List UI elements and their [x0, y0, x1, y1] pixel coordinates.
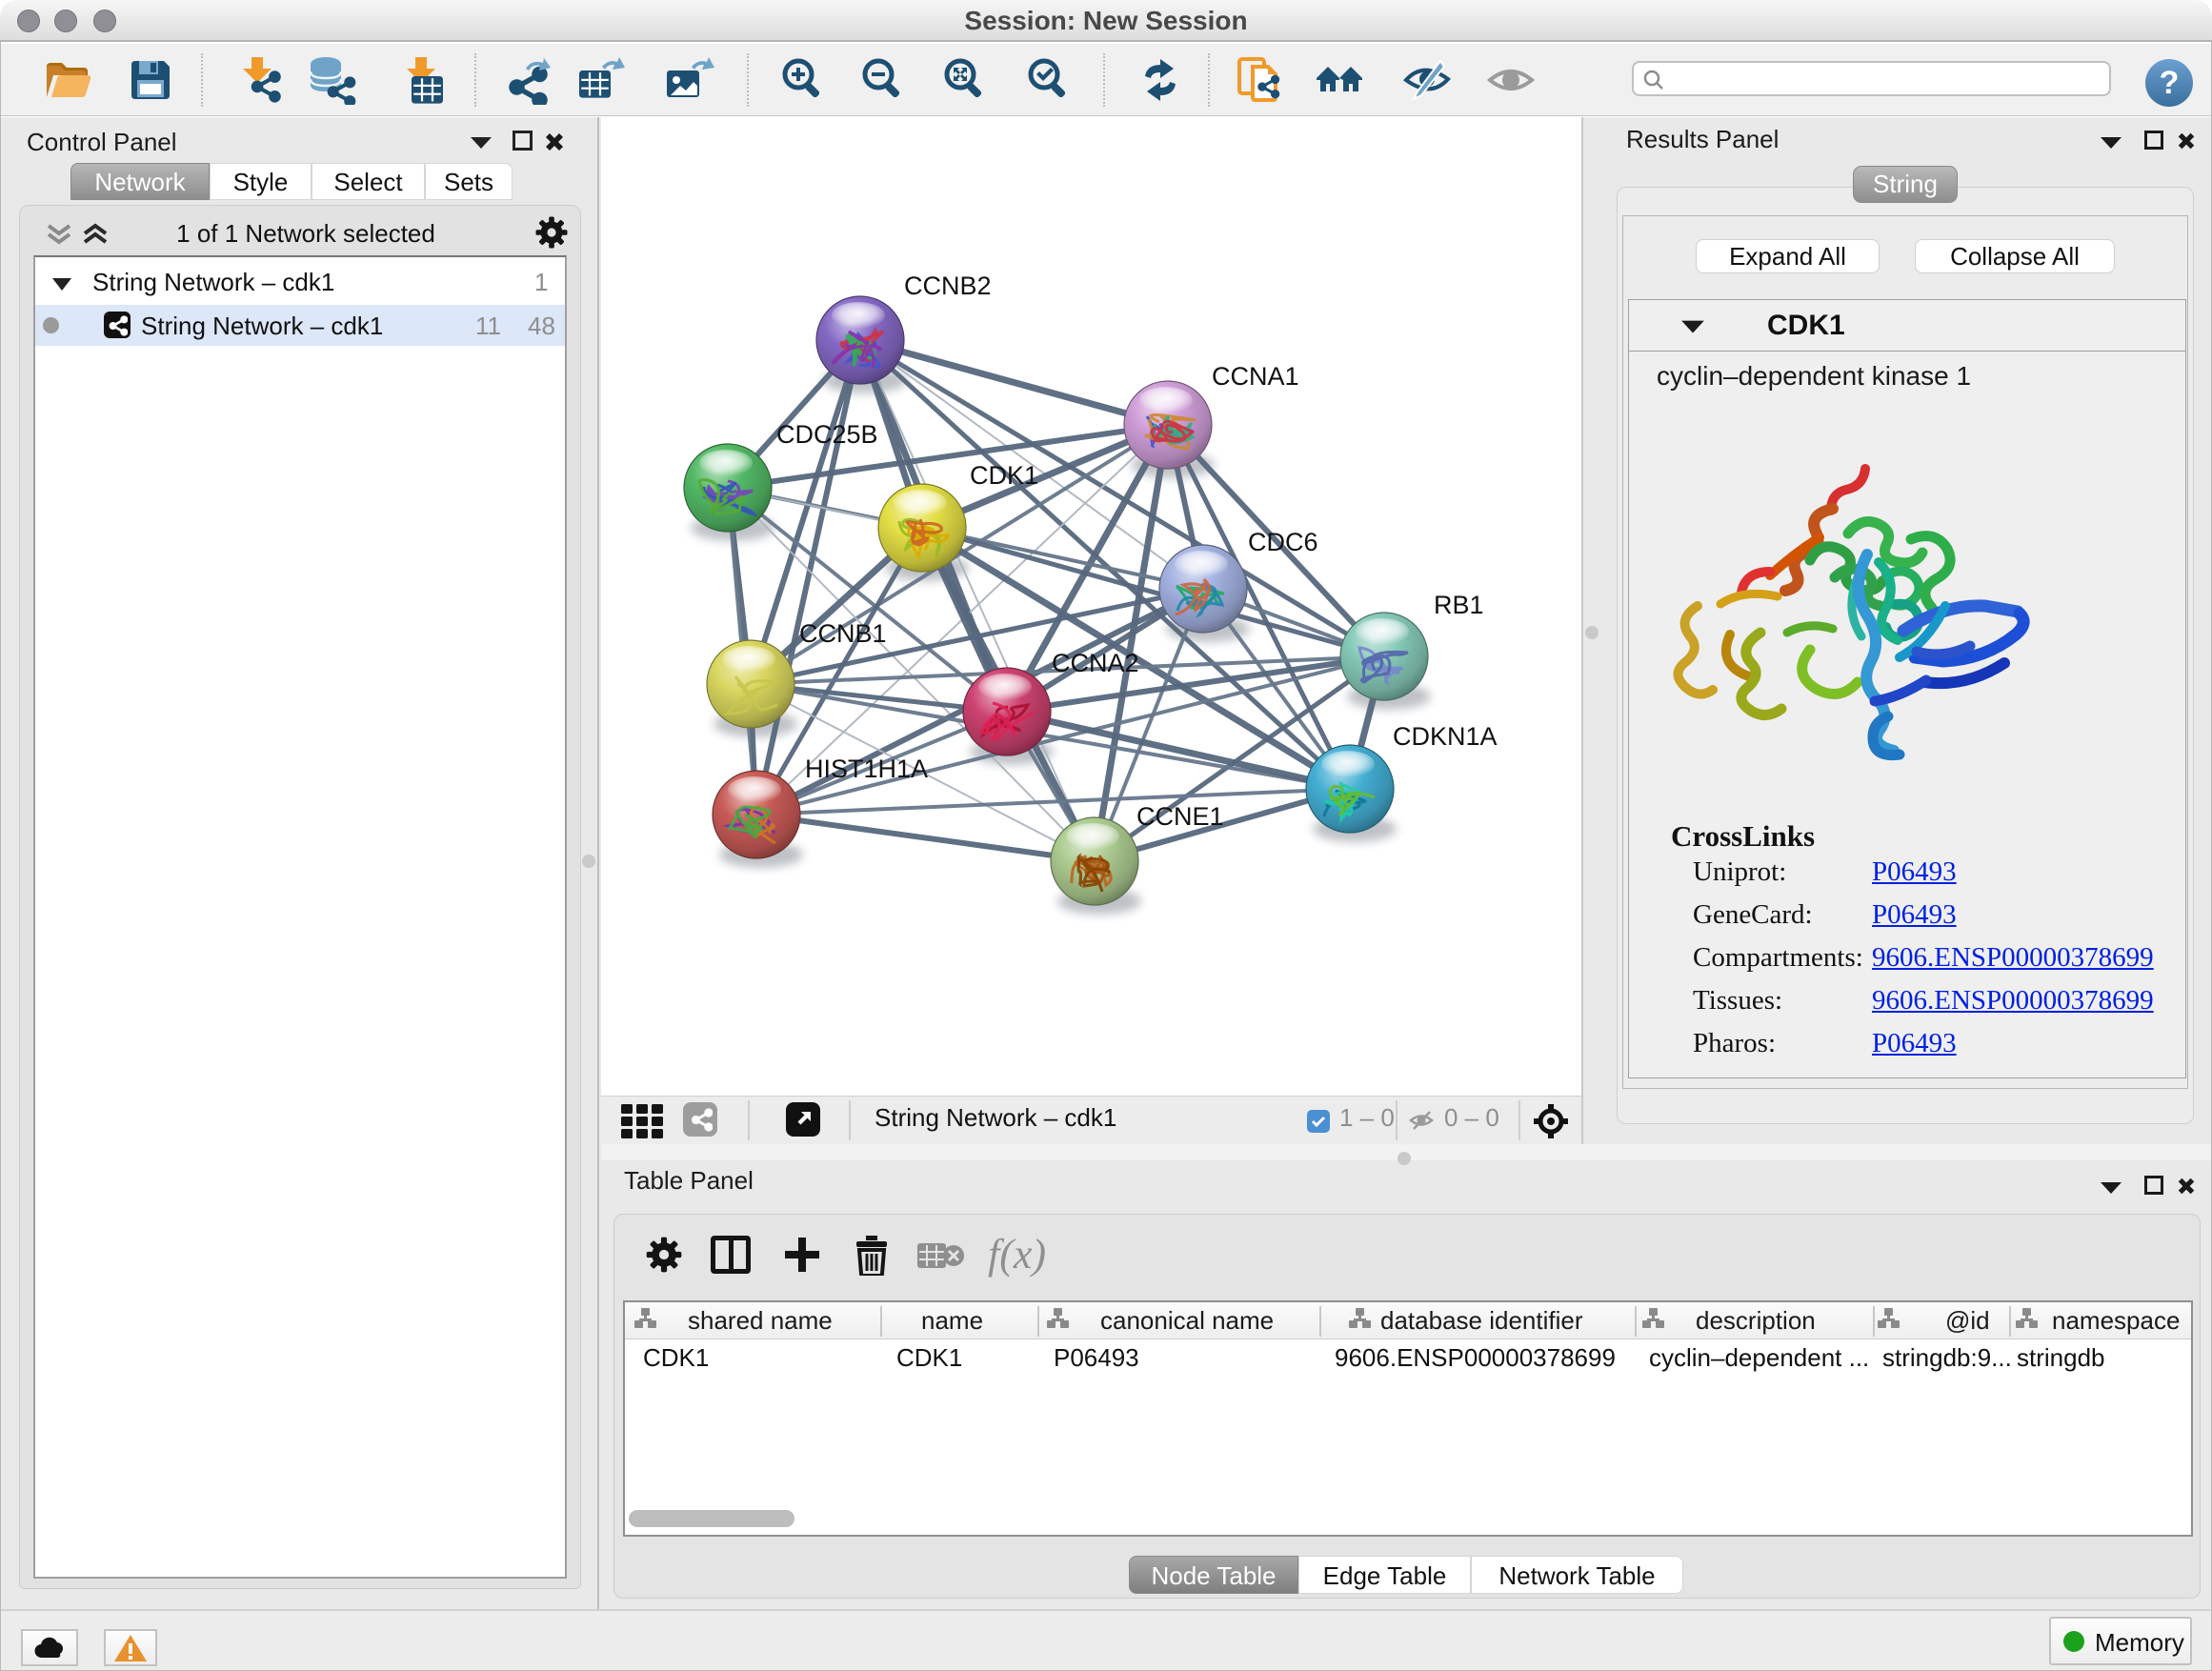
svg-text:CCNA2: CCNA2: [1052, 649, 1139, 677]
svg-text:CCNE1: CCNE1: [1136, 802, 1224, 831]
svg-text:RB1: RB1: [1434, 591, 1484, 619]
svg-text:CDKN1A: CDKN1A: [1393, 722, 1498, 751]
svg-text:CCNA1: CCNA1: [1212, 362, 1299, 391]
svg-text:CDK1: CDK1: [970, 461, 1038, 490]
svg-text:CDC25B: CDC25B: [776, 420, 878, 449]
svg-text:HIST1H1A: HIST1H1A: [805, 755, 928, 783]
svg-text:CDC6: CDC6: [1248, 528, 1318, 556]
svg-text:CCNB2: CCNB2: [904, 272, 992, 300]
svg-text:CCNB1: CCNB1: [799, 619, 887, 648]
